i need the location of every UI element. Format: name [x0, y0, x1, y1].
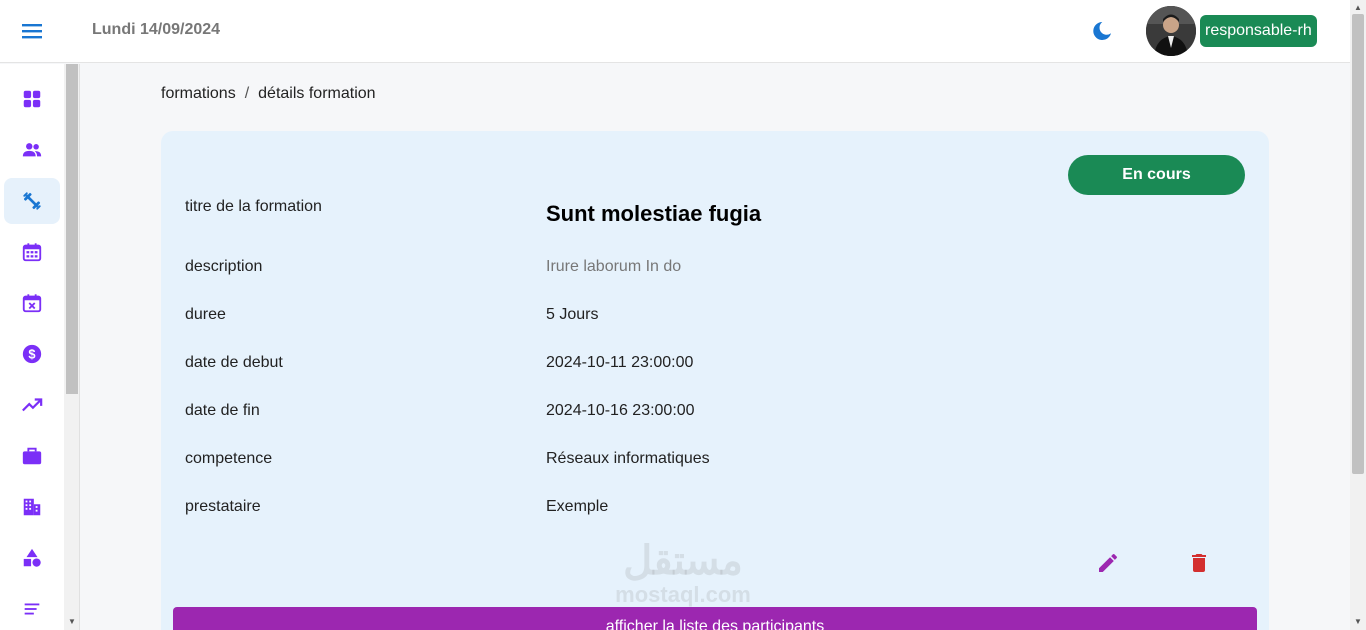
building-icon: [23, 498, 41, 516]
field-label-end-date: date de fin: [185, 402, 260, 419]
field-value-description: Irure laborum In do: [546, 258, 682, 275]
field-label-description: description: [185, 258, 263, 275]
sidebar-item-employees[interactable]: [4, 127, 60, 173]
breadcrumb-formations-link[interactable]: formations: [161, 85, 236, 103]
edit-icon[interactable]: [1096, 551, 1120, 575]
briefcase-icon: [22, 447, 42, 465]
field-value-title: Sunt molestiae fugia: [546, 201, 762, 226]
top-bar: Lundi 14/09/2024 responsable-rh: [0, 0, 1350, 63]
sidebar-item-list[interactable]: [4, 586, 60, 630]
field-label-duration: duree: [185, 306, 226, 323]
sidebar-item-payroll[interactable]: $: [4, 331, 60, 377]
sidebar-item-formations[interactable]: [4, 178, 60, 224]
hamburger-menu-icon[interactable]: [18, 19, 46, 43]
sidebar-item-calendar[interactable]: [4, 229, 60, 275]
shapes-icon: [23, 548, 41, 567]
sidebar-item-dashboard[interactable]: [4, 76, 60, 122]
training-icon: [23, 192, 41, 210]
field-value-competence: Réseaux informatiques: [546, 450, 710, 467]
field-value-end-date: 2024-10-16 23:00:00: [546, 402, 695, 419]
people-icon: [22, 143, 42, 157]
formation-details-card: En cours titre de la formation Sunt mole…: [161, 131, 1269, 630]
field-label-title: titre de la formation: [185, 198, 322, 215]
sidebar-item-companies[interactable]: [4, 484, 60, 530]
page-scrollbar-thumb[interactable]: [1352, 14, 1364, 474]
page-scroll-up-icon[interactable]: ▲: [1352, 2, 1364, 14]
field-value-start-date: 2024-10-11 23:00:00: [546, 354, 694, 371]
field-label-start-date: date de debut: [185, 354, 283, 371]
sidebar-item-jobs[interactable]: [4, 433, 60, 479]
trending-up-icon: [22, 398, 43, 412]
calendar-cancel-icon: [22, 294, 42, 313]
sidebar: $: [0, 64, 64, 630]
page-scroll-down-icon[interactable]: ▼: [1352, 616, 1364, 628]
sidebar-item-absences[interactable]: [4, 280, 60, 326]
svg-text:$: $: [28, 347, 35, 362]
field-label-competence: competence: [185, 450, 273, 467]
breadcrumb-current: détails formation: [258, 85, 376, 102]
sidebar-scroll-down-icon[interactable]: ▼: [66, 616, 78, 628]
breadcrumb: formations / détails formation: [161, 85, 376, 103]
field-label-provider: prestataire: [185, 498, 261, 515]
dollar-icon: $: [22, 344, 42, 364]
calendar-icon: [22, 243, 42, 262]
user-avatar[interactable]: [1146, 6, 1196, 56]
dark-mode-toggle-icon[interactable]: [1090, 19, 1114, 43]
delete-icon[interactable]: [1187, 551, 1211, 575]
current-date: Lundi 14/09/2024: [92, 21, 221, 38]
breadcrumb-separator: /: [244, 85, 250, 102]
show-participants-button[interactable]: afficher la liste des participants: [173, 607, 1257, 630]
status-badge[interactable]: En cours: [1068, 155, 1245, 195]
sidebar-item-categories[interactable]: [4, 535, 60, 581]
sidebar-item-statistics[interactable]: [4, 382, 60, 428]
field-value-duration: 5 Jours: [546, 306, 599, 323]
list-icon: [24, 603, 40, 615]
dashboard-icon: [23, 90, 41, 108]
sidebar-scrollbar-thumb[interactable]: [66, 64, 78, 394]
field-value-provider: Exemple: [546, 498, 609, 515]
user-role-badge[interactable]: responsable-rh: [1200, 15, 1317, 47]
